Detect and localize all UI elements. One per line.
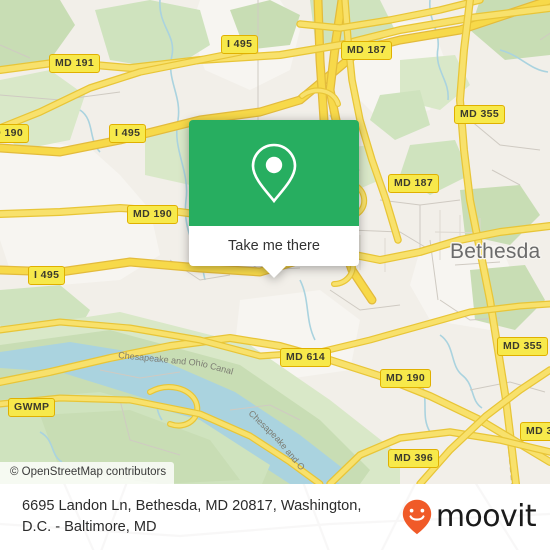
take-me-there-button[interactable]: Take me there [189,226,359,278]
map-pin-icon [251,143,297,204]
road-shield[interactable]: MD 190 [127,205,179,224]
moovit-smiley-pin-icon [402,499,432,535]
map-screenshot: .park { fill:#cfe3be; } .park2 { fill:#d… [0,0,550,550]
map-canvas[interactable]: .park { fill:#cfe3be; } .park2 { fill:#d… [0,0,550,484]
location-callout-card[interactable]: Take me there [189,120,359,278]
take-me-there-label: Take me there [228,238,320,254]
callout-image-area [189,120,359,226]
address-text: 6695 Landon Ln, Bethesda, MD 20817, Wash… [0,496,402,537]
road-shield[interactable]: MD 355 [454,105,506,124]
road-shield[interactable]: I 495 [28,266,66,285]
road-shield[interactable]: MD 190 [0,124,30,143]
road-shield[interactable]: I 495 [109,124,147,143]
road-shield[interactable]: MD 614 [280,348,332,367]
address-line-2: D.C. - Baltimore, MD [22,519,157,535]
osm-attribution[interactable]: © OpenStreetMap contributors [0,461,175,484]
road-shield[interactable]: MD 187 [341,41,393,60]
moovit-logo[interactable]: moovit [402,499,550,535]
callout-pointer [262,266,286,278]
road-shield[interactable]: I 495 [221,35,259,54]
road-shield[interactable]: MD 191 [49,54,101,73]
road-shield[interactable]: MD 187 [388,174,440,193]
place-label-bethesda: Bethesda [450,240,541,263]
road-shield[interactable]: MD 3 [520,422,550,441]
road-shield[interactable]: MD 190 [380,369,432,388]
road-shield[interactable]: GWMP [8,398,56,417]
road-shield[interactable]: MD 396 [388,449,440,468]
address-line-1: 6695 Landon Ln, Bethesda, MD 20817, Wash… [22,498,362,515]
moovit-wordmark: moovit [435,499,537,534]
road-shield[interactable]: MD 355 [497,337,549,356]
footer-bar: 6695 Landon Ln, Bethesda, MD 20817, Wash… [0,484,550,550]
